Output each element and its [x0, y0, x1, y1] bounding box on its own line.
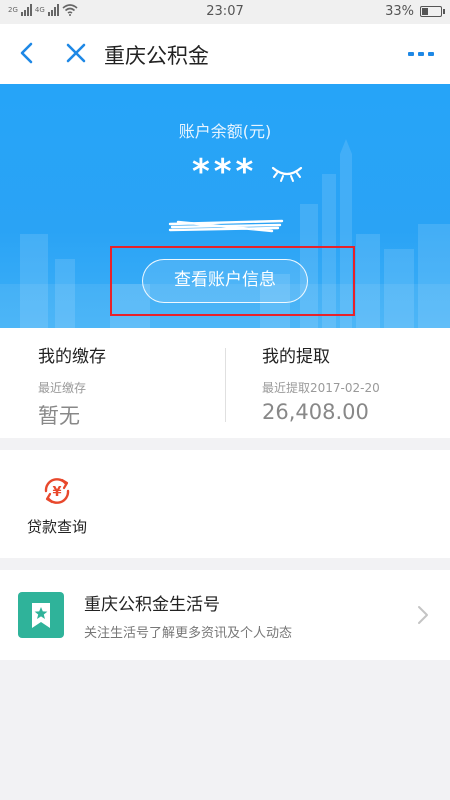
life-account-subtitle: 关注生活号了解更多资讯及个人动态 [84, 626, 293, 641]
eye-closed-icon[interactable] [270, 164, 304, 184]
services-panel: ¥ 贷款查询 [0, 450, 450, 558]
chevron-right-icon [418, 606, 428, 624]
nav-header: 重庆公积金 [0, 24, 450, 84]
redacted-account-number [168, 219, 284, 233]
loan-query-item[interactable]: ¥ 贷款查询 [20, 474, 94, 537]
life-account-logo [18, 592, 64, 638]
battery-percent: 33% [385, 4, 414, 19]
balance-hero: 账户余额(元) *** 查看账户信息 [0, 84, 450, 328]
withdraw-value: 26,408.00 [262, 400, 369, 424]
stats-card: 我的缴存 最近缴存 暂无 我的提取 最近提取2017-02-20 26,408.… [0, 328, 450, 438]
status-time: 23:07 [206, 4, 244, 19]
stats-divider [225, 348, 226, 422]
life-account-title: 重庆公积金生活号 [84, 595, 220, 615]
back-icon[interactable] [14, 39, 42, 67]
view-account-info-button[interactable]: 查看账户信息 [142, 259, 308, 303]
page-title: 重庆公积金 [104, 44, 209, 68]
life-account-row[interactable]: 重庆公积金生活号 关注生活号了解更多资讯及个人动态 [0, 570, 450, 660]
more-icon[interactable] [406, 42, 436, 66]
deposit-subtitle: 最近缴存 [38, 381, 87, 395]
yuan-refresh-icon: ¥ [44, 478, 70, 504]
loan-query-label: 贷款查询 [26, 518, 87, 536]
balance-label: 账户余额(元) [178, 122, 272, 141]
close-icon[interactable] [62, 39, 90, 67]
svg-text:¥: ¥ [52, 485, 61, 500]
battery-icon [420, 6, 445, 17]
my-withdraw-section[interactable]: 我的提取 最近提取2017-02-20 26,408.00 [262, 342, 380, 424]
battery-level-fill [422, 8, 428, 15]
withdraw-title: 我的提取 [262, 347, 330, 367]
deposit-value: 暂无 [38, 404, 80, 428]
withdraw-subtitle: 最近提取2017-02-20 [262, 381, 380, 395]
battery-group: 33% [385, 4, 445, 19]
balance-value-masked: *** [192, 152, 258, 192]
deposit-title: 我的缴存 [38, 347, 106, 367]
my-deposit-section[interactable]: 我的缴存 最近缴存 暂无 [38, 342, 106, 430]
bookmark-star-icon [32, 603, 50, 628]
status-bar: 2G 4G 23:07 33% [0, 0, 450, 24]
